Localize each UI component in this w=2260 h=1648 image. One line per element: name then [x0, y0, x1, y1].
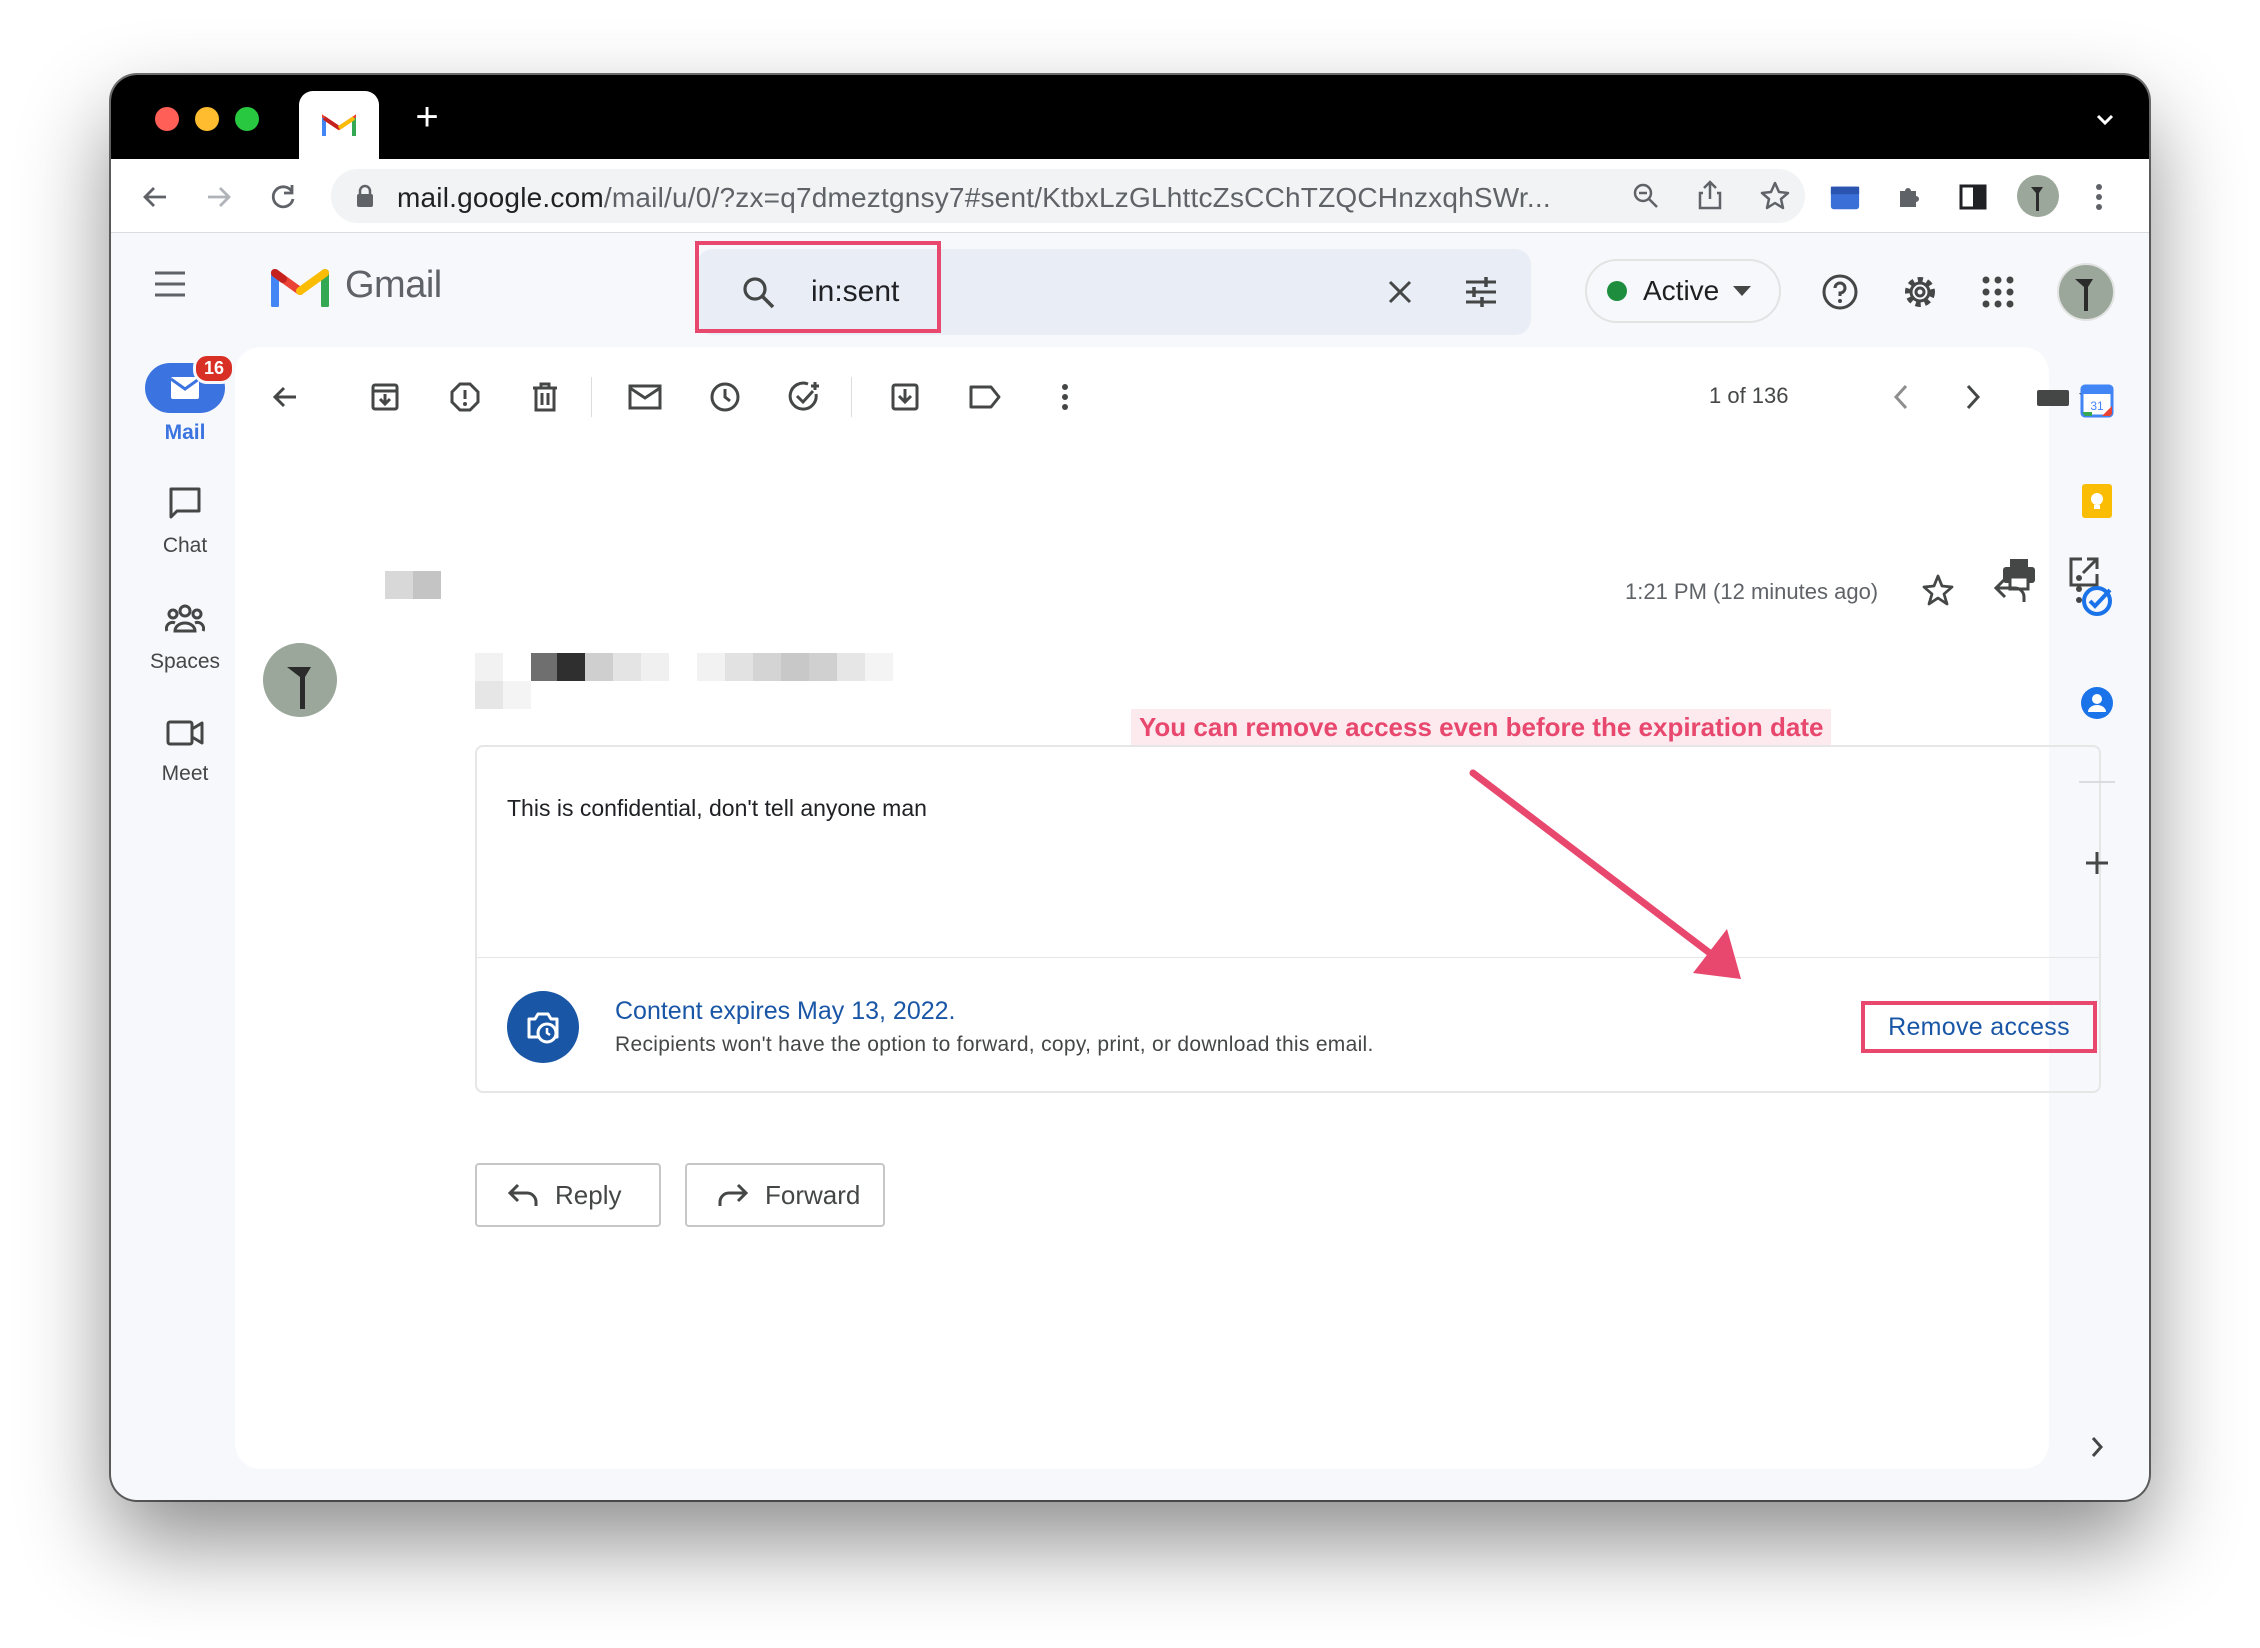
mail-pill[interactable]: 16: [145, 353, 235, 413]
main-menu-icon[interactable]: [151, 265, 189, 303]
mark-unread-icon[interactable]: [625, 377, 665, 417]
back-to-list-icon[interactable]: [265, 377, 305, 417]
status-dropdown[interactable]: Active: [1585, 259, 1781, 323]
forward-icon[interactable]: [203, 181, 235, 213]
status-label: Active: [1643, 275, 1720, 306]
message-body-card: This is confidential, don't tell anyone …: [475, 745, 2101, 1093]
address-bar[interactable]: mail.google.com/mail/u/0/?zx=q7dmeztgnsy…: [331, 169, 1805, 223]
tab-gmail[interactable]: [299, 91, 379, 159]
side-panel-icon[interactable]: [1957, 181, 1989, 213]
status-indicator-dot: [1607, 281, 1627, 301]
message-timestamp: 1:21 PM (12 minutes ago): [1625, 579, 1879, 604]
sender-avatar: [263, 643, 337, 717]
settings-gear-icon[interactable]: [1901, 273, 1939, 311]
browser-menu-icon[interactable]: [2083, 181, 2115, 213]
get-addons-plus-icon[interactable]: [2077, 843, 2117, 883]
forward-button-label: Forward: [765, 1179, 861, 1210]
share-icon[interactable]: [1695, 179, 1725, 211]
add-to-tasks-icon[interactable]: [785, 377, 825, 417]
search-options-icon[interactable]: [1463, 275, 1499, 309]
profile-avatar[interactable]: [2017, 175, 2059, 217]
calendar-icon[interactable]: 31: [2077, 380, 2117, 420]
keep-icon[interactable]: [2077, 481, 2117, 521]
snooze-icon[interactable]: [705, 377, 745, 417]
close-window-button[interactable]: [155, 107, 179, 131]
rail-meet[interactable]: Meet: [125, 717, 245, 786]
rail-meet-label: Meet: [161, 762, 209, 785]
newer-chevron-icon[interactable]: [1881, 377, 1921, 417]
bookmark-star-icon[interactable]: [1759, 180, 1791, 212]
star-icon[interactable]: [1921, 573, 1955, 607]
message-pane: 1 of 136 1:21 PM (12 minutes ago) You ca…: [235, 347, 2101, 1469]
delete-icon[interactable]: [525, 377, 565, 417]
extension-box-icon[interactable]: [1829, 181, 1861, 213]
search-highlight-box: [695, 241, 941, 333]
new-tab-button[interactable]: +: [407, 97, 447, 137]
message-counter: 1 of 136: [1709, 383, 1789, 408]
apps-grid-icon[interactable]: [1981, 275, 2015, 309]
gmail-header: Gmail in:sent Active: [111, 233, 2149, 347]
browser-toolbar: mail.google.com/mail/u/0/?zx=q7dmeztgnsy…: [111, 159, 2149, 233]
message-body-text: This is confidential, don't tell anyone …: [507, 795, 927, 821]
rail-mail-label: Mail: [164, 421, 206, 444]
archive-icon[interactable]: [365, 377, 405, 417]
move-to-icon[interactable]: [885, 377, 925, 417]
browser-window: + mail.google.com/mail/u/0/?zx=q7dmeztgn…: [111, 75, 2149, 1500]
tab-search-chevron-icon[interactable]: [2091, 105, 2119, 133]
rail-mail[interactable]: 16 Mail: [125, 353, 245, 445]
label-icon[interactable]: [965, 377, 1005, 417]
remove-access-button[interactable]: Remove access: [1861, 1001, 2097, 1053]
tasks-icon[interactable]: [2077, 581, 2117, 621]
status-caret-icon: [1733, 286, 1752, 296]
rail-chat-label: Chat: [162, 534, 208, 557]
chat-icon: [169, 487, 201, 519]
toolbar-divider: [851, 377, 852, 417]
body-divider: [477, 957, 2099, 958]
back-icon[interactable]: [139, 181, 171, 213]
help-icon[interactable]: [1821, 273, 1859, 311]
meet-video-icon: [166, 720, 204, 746]
subject-redacted-block: [413, 571, 441, 599]
clear-search-icon[interactable]: [1385, 277, 1415, 307]
toolbar-divider: [591, 377, 592, 417]
expiry-clock-icon: [507, 991, 579, 1063]
gmail-favicon-icon: [322, 114, 356, 136]
older-chevron-icon[interactable]: [1953, 377, 1993, 417]
url-text: mail.google.com/mail/u/0/?zx=q7dmeztgnsy…: [397, 182, 1551, 213]
lock-icon[interactable]: [355, 184, 375, 208]
spaces-icon: [164, 604, 206, 633]
minimize-window-button[interactable]: [195, 107, 219, 131]
rail-spaces-label: Spaces: [149, 650, 221, 673]
expiry-title: Content expires May 13, 2022.: [615, 997, 956, 1025]
account-avatar[interactable]: [2057, 263, 2115, 321]
rail-spaces[interactable]: Spaces: [125, 601, 245, 674]
mail-icon: [170, 377, 200, 399]
report-spam-icon[interactable]: [445, 377, 485, 417]
forward-button[interactable]: Forward: [685, 1163, 885, 1227]
reply-button-label: Reply: [555, 1179, 622, 1210]
gmail-m-icon: [271, 269, 329, 307]
tab-strip: +: [111, 75, 2149, 159]
annotation-arrow: [1469, 769, 1741, 979]
svg-text:31: 31: [2090, 399, 2104, 413]
expiry-subtitle: Recipients won't have the option to forw…: [615, 1033, 1374, 1056]
subject-redacted-block: [385, 571, 413, 599]
gmail-logo[interactable]: Gmail: [271, 263, 442, 307]
unread-count-badge: 16: [192, 353, 235, 384]
annotation-callout: You can remove access even before the ex…: [1131, 709, 1832, 745]
maximize-window-button[interactable]: [235, 107, 259, 131]
side-panel-divider: [2079, 781, 2115, 783]
forward-arrow-icon: [718, 1183, 749, 1206]
reply-button[interactable]: Reply: [475, 1163, 661, 1227]
show-side-panel-chevron-icon[interactable]: [2077, 1427, 2117, 1467]
contacts-icon[interactable]: [2077, 683, 2117, 723]
rail-chat[interactable]: Chat: [125, 485, 245, 558]
reload-icon[interactable]: [267, 181, 299, 213]
zoom-icon[interactable]: [1631, 181, 1661, 211]
extensions-puzzle-icon[interactable]: [1893, 181, 1925, 213]
reply-arrow-icon: [507, 1183, 538, 1206]
gmail-wordmark: Gmail: [345, 263, 442, 306]
more-actions-icon[interactable]: [1045, 377, 1085, 417]
reply-icon[interactable]: [1993, 575, 2027, 605]
